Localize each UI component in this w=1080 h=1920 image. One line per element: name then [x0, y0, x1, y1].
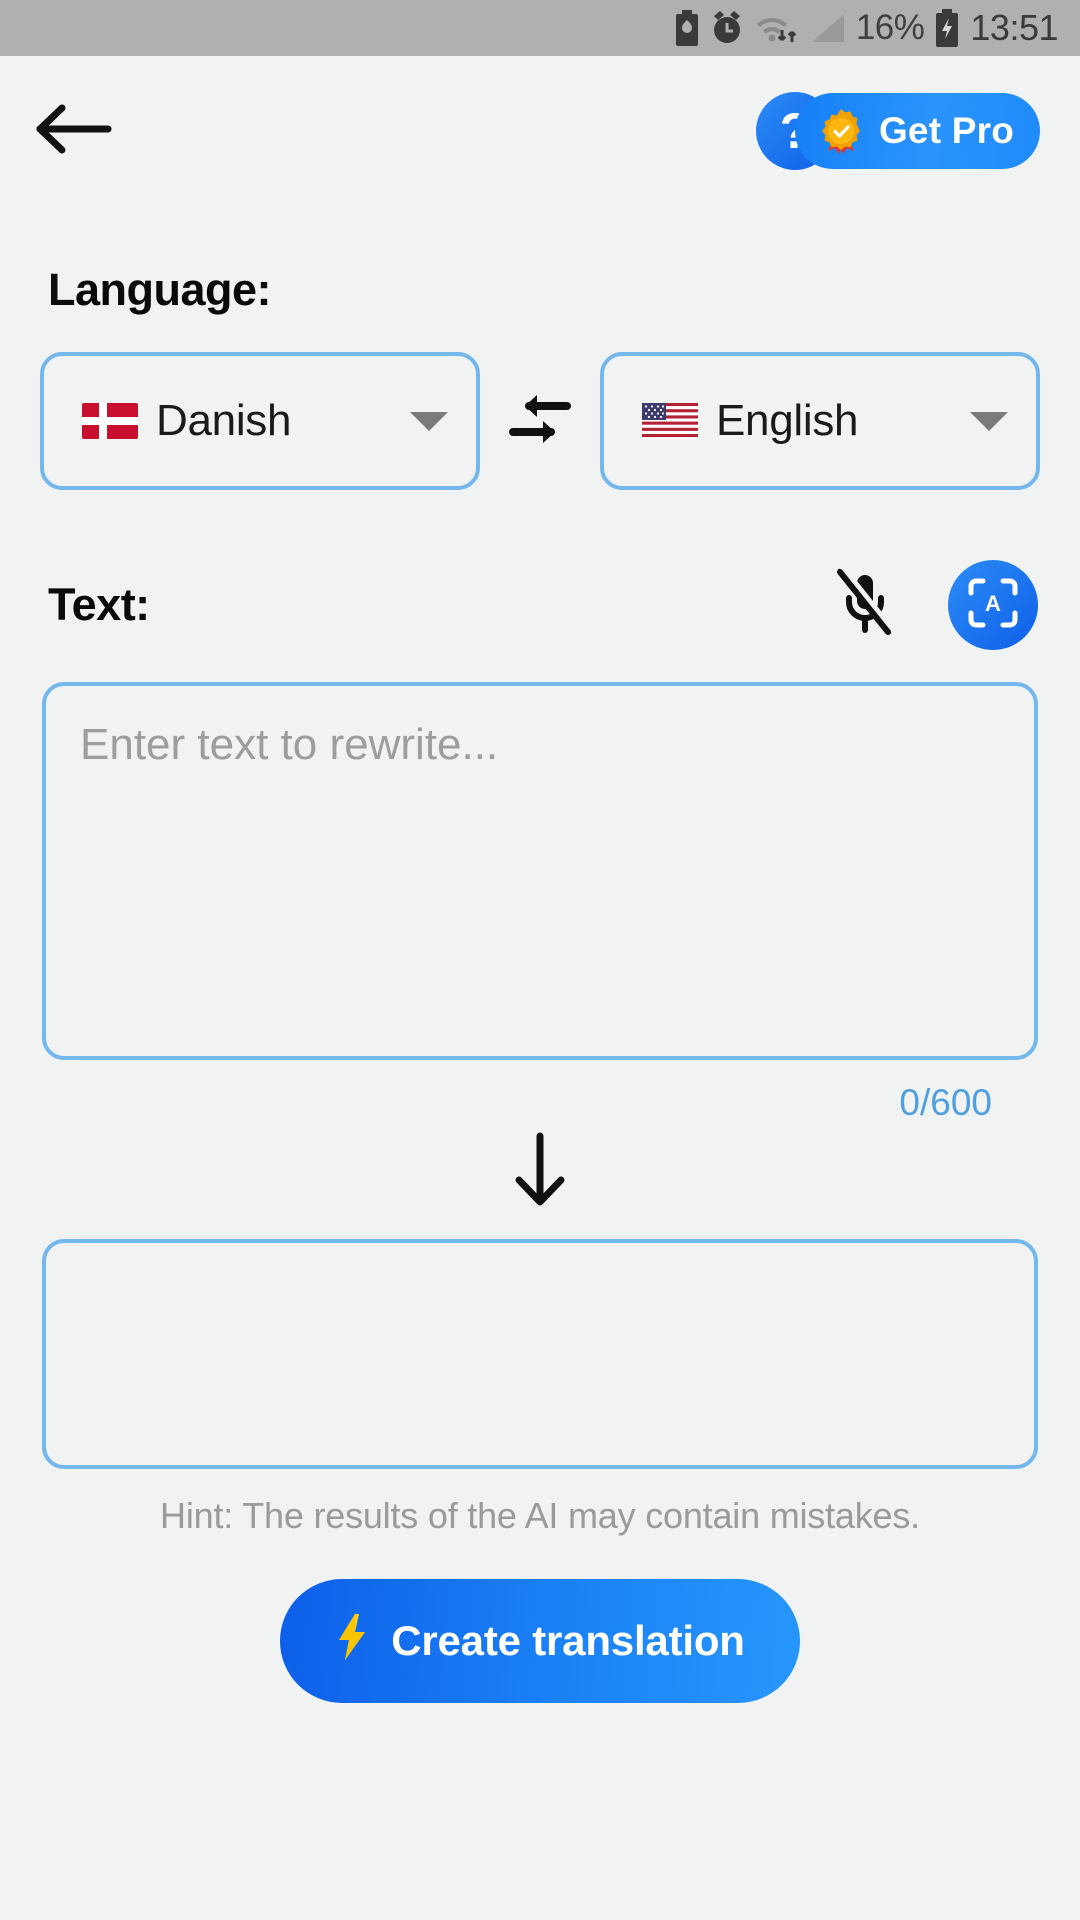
- source-language-label: Danish: [156, 396, 292, 445]
- swap-arrows-icon: [499, 386, 581, 457]
- alarm-clock-icon: [710, 10, 744, 46]
- target-language-label: English: [716, 396, 859, 445]
- target-language-dropdown[interactable]: English: [600, 352, 1040, 490]
- translation-output[interactable]: [42, 1239, 1038, 1469]
- swap-languages-button[interactable]: [480, 361, 600, 481]
- direction-arrow-row: [0, 1130, 1080, 1215]
- output-area: [0, 1239, 1080, 1469]
- get-pro-label: Get Pro: [878, 110, 1014, 151]
- language-selector-row: Danish English: [0, 352, 1080, 490]
- auto-detect-button[interactable]: A: [948, 560, 1038, 650]
- text-heading: Text:: [48, 579, 150, 630]
- clock-label: 13:51: [970, 7, 1058, 48]
- battery-charging-icon: [934, 9, 960, 47]
- text-label-row: Text: A: [0, 560, 1080, 650]
- create-translation-label: Create translation: [391, 1617, 745, 1664]
- battery-saver-icon: [674, 10, 700, 46]
- auto-detect-icon: A: [965, 575, 1021, 636]
- source-language-dropdown[interactable]: Danish: [40, 352, 480, 490]
- arrow-down-icon: [508, 1130, 572, 1215]
- status-bar: 16% 13:51: [0, 0, 1080, 56]
- chevron-down-icon: [970, 411, 1008, 431]
- create-translation-button[interactable]: Create translation: [280, 1579, 800, 1703]
- us-flag-icon: [642, 401, 698, 441]
- character-counter: 0/600: [899, 1082, 992, 1123]
- language-label-row: Language:: [0, 206, 1080, 316]
- svg-text:A: A: [985, 591, 1001, 616]
- lightning-bolt-icon: [335, 1612, 369, 1670]
- input-area: 0/600: [0, 682, 1080, 1124]
- battery-percent-label: 16%: [855, 8, 925, 47]
- cta-row: Create translation: [0, 1579, 1080, 1703]
- wifi-data-icon: [754, 10, 798, 46]
- chevron-down-icon: [410, 411, 448, 431]
- microphone-button[interactable]: [822, 562, 908, 648]
- cellular-signal-icon: [808, 10, 846, 46]
- app-screen: 16% 13:51 ?: [0, 0, 1080, 1920]
- microphone-off-icon: [834, 565, 896, 644]
- medal-rosette-icon: [817, 107, 865, 155]
- arrow-left-icon: [36, 102, 112, 161]
- language-heading: Language:: [48, 264, 272, 315]
- back-button[interactable]: [32, 89, 116, 173]
- ai-disclaimer-hint: Hint: The results of the AI may contain …: [160, 1495, 920, 1536]
- get-pro-button[interactable]: Get Pro: [794, 93, 1040, 169]
- text-input[interactable]: [42, 682, 1038, 1060]
- app-header: ? Get Pro: [0, 56, 1080, 206]
- danish-flag-icon: [82, 401, 138, 441]
